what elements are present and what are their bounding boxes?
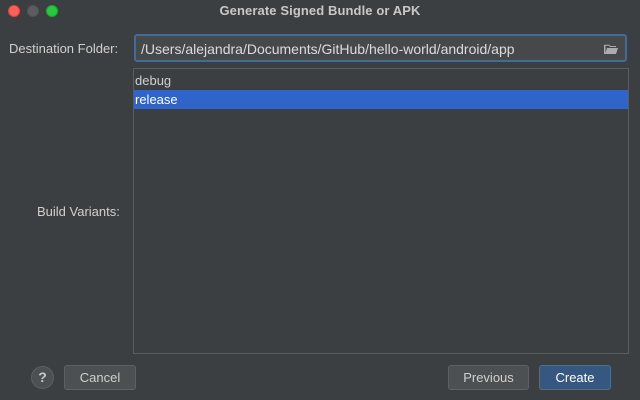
destination-folder-label: Destination Folder: bbox=[9, 41, 119, 56]
destination-folder-input[interactable] bbox=[141, 40, 596, 58]
title-bar: Generate Signed Bundle or APK bbox=[0, 0, 640, 23]
cancel-button[interactable]: Cancel bbox=[64, 365, 136, 390]
build-variants-list[interactable]: debug release bbox=[133, 68, 629, 354]
dialog-window: Generate Signed Bundle or APK Destinatio… bbox=[0, 0, 640, 400]
destination-folder-field[interactable] bbox=[134, 34, 627, 62]
previous-button[interactable]: Previous bbox=[448, 365, 529, 390]
create-button[interactable]: Create bbox=[539, 365, 611, 390]
build-variants-label: Build Variants: bbox=[37, 204, 120, 219]
variant-item-release[interactable]: release bbox=[134, 90, 628, 109]
folder-icon[interactable] bbox=[603, 42, 619, 54]
window-title: Generate Signed Bundle or APK bbox=[219, 3, 421, 18]
variant-item-debug[interactable]: debug bbox=[134, 71, 628, 90]
help-button[interactable]: ? bbox=[31, 366, 54, 389]
